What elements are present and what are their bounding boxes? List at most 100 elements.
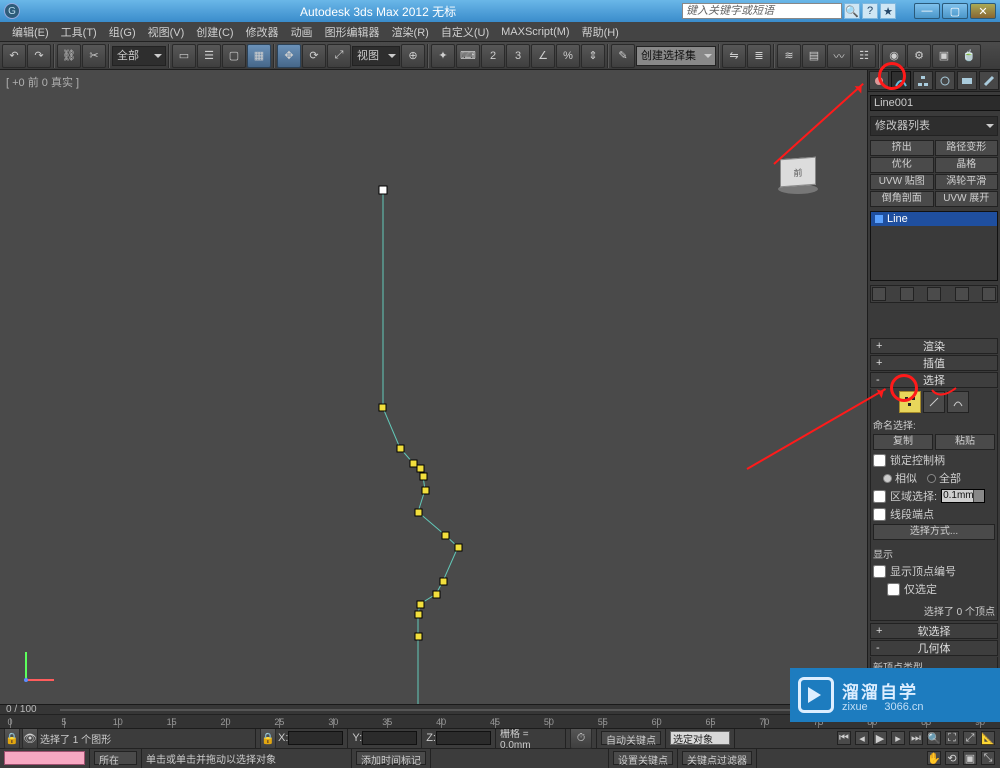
modifier-stack[interactable]: Line xyxy=(870,211,998,281)
all-radio[interactable]: 全部 xyxy=(927,470,961,486)
rectangular-region-button[interactable]: ▢ xyxy=(222,44,246,68)
make-unique-button[interactable] xyxy=(927,287,941,301)
link-button[interactable]: ⛓ xyxy=(57,44,81,68)
menu-grapheditors[interactable]: 图形编辑器 xyxy=(319,24,386,40)
subobj-spline-button[interactable] xyxy=(947,391,969,413)
spinner-snap-button[interactable]: ⇕ xyxy=(581,44,605,68)
subobj-segment-button[interactable] xyxy=(923,391,945,413)
select-scale-button[interactable]: ⤢ xyxy=(327,44,351,68)
menu-edit[interactable]: 编辑(E) xyxy=(6,24,55,40)
align-button[interactable]: ≣ xyxy=(747,44,771,68)
rollout-select[interactable]: -选择 xyxy=(870,372,998,388)
play-button[interactable]: ▶ xyxy=(873,731,887,745)
configure-sets-button[interactable] xyxy=(982,287,996,301)
select-object-button[interactable]: ▭ xyxy=(172,44,196,68)
auto-key-button[interactable]: 自动关键点 xyxy=(601,731,661,745)
nav-zoom-button[interactable]: 🔍 xyxy=(927,731,941,745)
area-select-check[interactable]: 区域选择: 0.1mm xyxy=(873,488,995,504)
maximize-button[interactable]: ▢ xyxy=(942,3,968,19)
modify-panel-tab[interactable] xyxy=(891,71,911,90)
stack-item-line[interactable]: Line xyxy=(871,212,997,226)
curve-editor-button[interactable]: 〰 xyxy=(827,44,851,68)
remove-modifier-button[interactable] xyxy=(955,287,969,301)
only-selected-check[interactable]: 仅选定 xyxy=(873,581,995,597)
render-setup-button[interactable]: ⚙ xyxy=(907,44,931,68)
rollout-geom[interactable]: -几何体 xyxy=(870,640,998,656)
create-panel-tab[interactable] xyxy=(869,71,889,90)
select-by-name-button[interactable]: ☰ xyxy=(197,44,221,68)
nav-orbit-button[interactable]: ⟲ xyxy=(945,751,959,765)
modbtn-pathdeform[interactable]: 路径变形 xyxy=(935,140,999,156)
render-frame-button[interactable]: ▣ xyxy=(932,44,956,68)
next-frame-button[interactable]: ▸ xyxy=(891,731,905,745)
named-selection-combo[interactable]: 创建选择集 xyxy=(636,46,716,66)
modbtn-chamferprofile[interactable]: 倒角剖面 xyxy=(870,191,934,207)
key-target-combo[interactable] xyxy=(670,731,730,745)
modbtn-extrude[interactable]: 挤出 xyxy=(870,140,934,156)
time-config-button[interactable]: ⏱ xyxy=(570,727,592,749)
select-by-button[interactable]: 选择方式... xyxy=(873,524,995,540)
goto-start-button[interactable]: ⏮ xyxy=(837,731,851,745)
menu-render[interactable]: 渲染(R) xyxy=(386,24,435,40)
copy-named-sel-button[interactable]: 复制 xyxy=(873,434,933,450)
viewport-front[interactable]: [ +0 前 0 真实 ] 前 xyxy=(0,70,867,704)
rollout-interp[interactable]: +插值 xyxy=(870,355,998,371)
close-button[interactable]: ✕ xyxy=(970,3,996,19)
use-pivot-button[interactable]: ⊕ xyxy=(401,44,425,68)
nav-zoomall-button[interactable]: ⛶ xyxy=(945,731,959,745)
percent-snap-button[interactable]: % xyxy=(556,44,580,68)
minimize-button[interactable]: — xyxy=(914,3,940,19)
subobj-vertex-button[interactable] xyxy=(899,391,921,413)
menu-create[interactable]: 创建(C) xyxy=(190,24,239,40)
show-end-result-button[interactable] xyxy=(900,287,914,301)
now-row-button[interactable]: 所在行： xyxy=(94,751,137,765)
display-panel-tab[interactable] xyxy=(957,71,977,90)
similar-radio[interactable]: 相似 xyxy=(883,470,917,486)
modifier-list-combo[interactable]: 修改器列表 xyxy=(870,116,998,136)
z-coord-input[interactable] xyxy=(436,731,491,745)
menu-anim[interactable]: 动画 xyxy=(285,24,319,40)
select-rotate-button[interactable]: ⟳ xyxy=(302,44,326,68)
script-listener-mini[interactable] xyxy=(4,751,85,765)
graphite-button[interactable]: ▤ xyxy=(802,44,826,68)
nav-pan-button[interactable]: ✋ xyxy=(927,751,941,765)
infocenter-button-1[interactable]: 🔍 xyxy=(844,3,860,19)
menu-views[interactable]: 视图(V) xyxy=(142,24,191,40)
layer-manager-button[interactable]: ≋ xyxy=(777,44,801,68)
selection-filter-combo[interactable]: 全部 xyxy=(112,46,166,66)
material-editor-button[interactable]: ◉ xyxy=(882,44,906,68)
prev-frame-button[interactable]: ◂ xyxy=(855,731,869,745)
rollout-render[interactable]: +渲染 xyxy=(870,338,998,354)
pin-stack-button[interactable] xyxy=(872,287,886,301)
schematic-view-button[interactable]: ☷ xyxy=(852,44,876,68)
utilities-panel-tab[interactable] xyxy=(979,71,999,90)
set-key-button[interactable]: 设置关键点 xyxy=(613,751,673,765)
object-name-field[interactable] xyxy=(870,95,1000,111)
lock-handles-check[interactable]: 锁定控制柄 xyxy=(873,452,995,468)
y-coord-input[interactable] xyxy=(362,731,417,745)
manipulate-button[interactable]: ✦ xyxy=(431,44,455,68)
snap-toggle-2d[interactable]: 2 xyxy=(481,44,505,68)
x-coord-input[interactable] xyxy=(288,731,343,745)
angle-snap-button[interactable]: ∠ xyxy=(531,44,555,68)
menu-tools[interactable]: 工具(T) xyxy=(55,24,103,40)
nav-extra-button[interactable]: ⤡ xyxy=(981,751,995,765)
paste-named-sel-button[interactable]: 粘贴 xyxy=(935,434,995,450)
select-move-button[interactable]: ✥ xyxy=(277,44,301,68)
window-crossing-button[interactable]: ▦ xyxy=(247,44,271,68)
menu-modifiers[interactable]: 修改器 xyxy=(240,24,285,40)
show-vtx-num-check[interactable]: 显示顶点编号 xyxy=(873,563,995,579)
menu-customize[interactable]: 自定义(U) xyxy=(435,24,495,40)
key-filters-button[interactable]: 关键点过滤器 xyxy=(682,751,752,765)
modbtn-turbosmooth[interactable]: 涡轮平滑 xyxy=(935,174,999,190)
redo-button[interactable]: ↷ xyxy=(27,44,51,68)
menu-group[interactable]: 组(G) xyxy=(103,24,142,40)
modbtn-optimize[interactable]: 优化 xyxy=(870,157,934,173)
area-select-spinner[interactable]: 0.1mm xyxy=(941,489,985,503)
motion-panel-tab[interactable] xyxy=(935,71,955,90)
goto-end-button[interactable]: ⏭ xyxy=(909,731,923,745)
rollout-softsel[interactable]: +软选择 xyxy=(870,623,998,639)
ref-coord-combo[interactable]: 视图 xyxy=(352,46,400,66)
infocenter-button-2[interactable]: ? xyxy=(862,3,878,19)
render-button[interactable]: 🍵 xyxy=(957,44,981,68)
